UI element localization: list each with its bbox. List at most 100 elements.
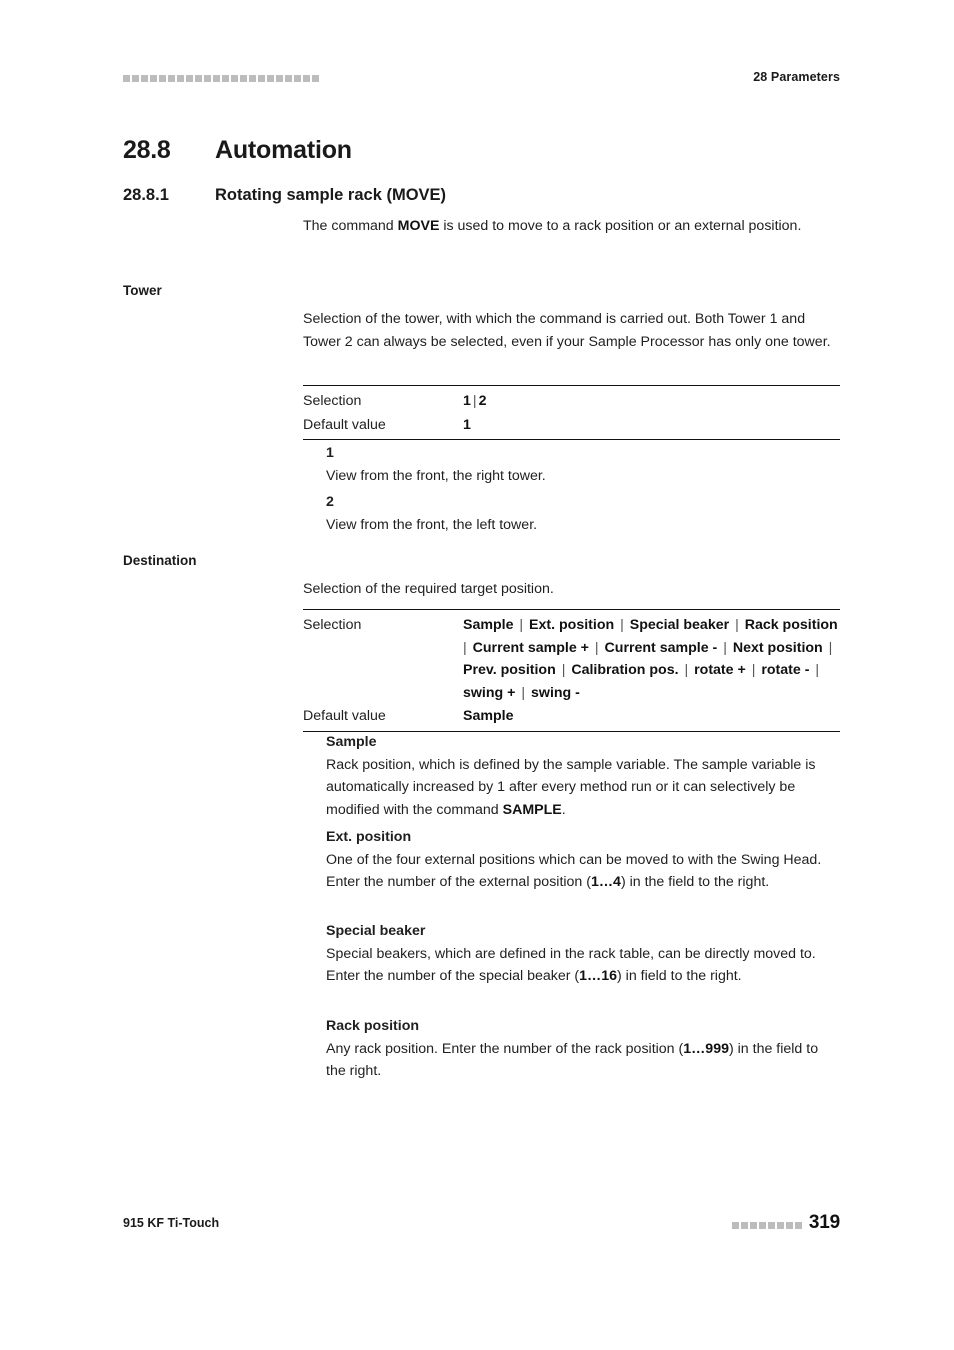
selection-option: Current sample + <box>472 639 589 656</box>
page-header: 28 Parameters <box>123 66 840 88</box>
dash-square-icon <box>785 1221 793 1229</box>
intro-command-move: MOVE <box>397 218 440 234</box>
subsection-title: Rotating sample rack (MOVE) <box>215 186 447 204</box>
dash-square-icon <box>159 75 166 82</box>
table-row-default-value: Default value 1 <box>303 413 840 440</box>
option-description: View from the front, the left tower. <box>326 516 538 533</box>
destination-description: Selection of the required target positio… <box>303 581 554 597</box>
dash-square-icon <box>132 75 139 82</box>
dash-square-icon <box>213 75 220 82</box>
destination-option-rack-position: Rack position Any rack position. Enter t… <box>326 1015 840 1083</box>
plain-text: ) in field to the right. <box>617 968 742 985</box>
dash-square-icon <box>303 75 310 82</box>
page-number: 319 <box>808 1212 840 1233</box>
destination-parameter-table: Selection Sample | Ext. position | Speci… <box>303 609 840 732</box>
default-value-value: 1 <box>463 416 471 433</box>
selection-option-1: 1 <box>463 393 471 409</box>
tower-option-2: 2 View from the front, the left tower. <box>326 491 840 536</box>
destination-option-ext-position: Ext. position One of the four external p… <box>326 826 840 894</box>
default-value-label: Default value <box>303 708 386 725</box>
table-row-selection: Selection Sample | Ext. position | Speci… <box>303 610 840 704</box>
destination-option-sample: Sample Rack position, which is defined b… <box>326 731 840 821</box>
selection-option: Rack position <box>744 617 838 633</box>
option-description: View from the front, the right tower. <box>326 467 546 484</box>
header-dash-decoration <box>123 74 319 84</box>
option-separator: | <box>472 393 477 409</box>
selection-option: Next position <box>732 639 823 656</box>
dash-square-icon <box>204 75 211 82</box>
option-separator: | <box>515 617 528 633</box>
option-separator: | <box>557 662 570 679</box>
selection-value: 1 | 2 <box>463 389 840 413</box>
selection-option: rotate + <box>694 662 746 679</box>
subsection-number: 28.8.1 <box>123 186 169 204</box>
dash-square-icon <box>776 1221 784 1229</box>
option-separator: | <box>517 684 530 701</box>
subsection-heading: 28.8.1 Rotating sample rack (MOVE) <box>123 186 840 205</box>
selection-option: Calibration pos. <box>571 662 679 679</box>
plain-text: . <box>561 801 566 818</box>
dash-square-icon <box>240 75 247 82</box>
option-term: Rack position <box>326 1018 420 1034</box>
selection-option-2: 2 <box>478 393 487 409</box>
section-title: Automation <box>215 136 352 164</box>
emphasis-text: 1…4 <box>590 874 621 891</box>
dash-square-icon <box>767 1221 775 1229</box>
option-separator: | <box>824 639 833 656</box>
option-term: 1 <box>326 445 334 461</box>
margin-label-tower: Tower <box>123 283 162 298</box>
option-separator: | <box>719 639 731 656</box>
header-chapter-title: 28 Parameters <box>753 70 840 84</box>
default-value-value: Sample <box>463 708 514 725</box>
table-row-selection: Selection 1 | 2 <box>303 386 840 413</box>
dash-square-icon <box>249 75 256 82</box>
destination-option-special-beaker: Special beaker Special beakers, which ar… <box>326 920 840 988</box>
selection-option: Special beaker <box>629 617 730 633</box>
dash-square-icon <box>168 75 175 82</box>
dash-square-icon <box>186 75 193 82</box>
option-description: Special beakers, which are defined in th… <box>326 943 840 988</box>
option-separator: | <box>747 662 760 679</box>
dash-square-icon <box>222 75 229 82</box>
option-separator: | <box>680 662 693 679</box>
plain-text: ) in the field to the right. <box>620 874 770 891</box>
tower-description: Selection of the tower, with which the c… <box>303 311 831 350</box>
option-separator: | <box>731 617 743 633</box>
plain-text: Special beakers, which are defined in th… <box>326 945 816 985</box>
section-heading: 28.8 Automation <box>123 136 840 165</box>
plain-text: Any rack position. Enter the number of t… <box>326 1040 684 1057</box>
section-number: 28.8 <box>123 136 171 164</box>
option-term: Ext. position <box>326 829 412 845</box>
dash-square-icon <box>258 75 265 82</box>
option-separator: | <box>616 617 628 633</box>
selection-option: Current sample - <box>604 639 718 656</box>
dash-square-icon <box>794 1221 802 1229</box>
dash-square-icon <box>150 75 157 82</box>
dash-square-icon <box>231 75 238 82</box>
selection-option: swing + <box>463 684 516 701</box>
selection-label: Selection <box>303 393 362 409</box>
dash-square-icon <box>123 75 130 82</box>
footer-page-group: 319 <box>731 1212 840 1234</box>
dash-square-icon <box>312 75 319 82</box>
dash-square-icon <box>731 1221 739 1229</box>
emphasis-text: 1…999 <box>683 1040 729 1057</box>
dash-square-icon <box>195 75 202 82</box>
selection-value-list: Sample | Ext. position | Special beaker … <box>463 613 840 704</box>
dash-square-icon <box>749 1221 757 1229</box>
intro-suffix: is used to move to a rack position or an… <box>439 218 802 234</box>
option-separator: | <box>590 639 603 656</box>
document-page: 28 Parameters 28.8 Automation 28.8.1 Rot… <box>0 0 954 1350</box>
option-separator: | <box>811 662 820 679</box>
dash-square-icon <box>141 75 148 82</box>
selection-option: Prev. position <box>463 662 556 679</box>
margin-label-destination: Destination <box>123 553 197 568</box>
selection-option: Ext. position <box>529 617 615 633</box>
tower-parameter-table: Selection 1 | 2 Default value 1 <box>303 385 840 441</box>
tower-option-1: 1 View from the front, the right tower. <box>326 442 840 487</box>
dash-square-icon <box>758 1221 766 1229</box>
subsection-intro-paragraph: The command MOVE is used to move to a ra… <box>303 215 840 238</box>
option-description: Any rack position. Enter the number of t… <box>326 1038 840 1083</box>
intro-prefix: The command <box>303 218 398 234</box>
option-description: One of the four external positions which… <box>326 849 840 894</box>
